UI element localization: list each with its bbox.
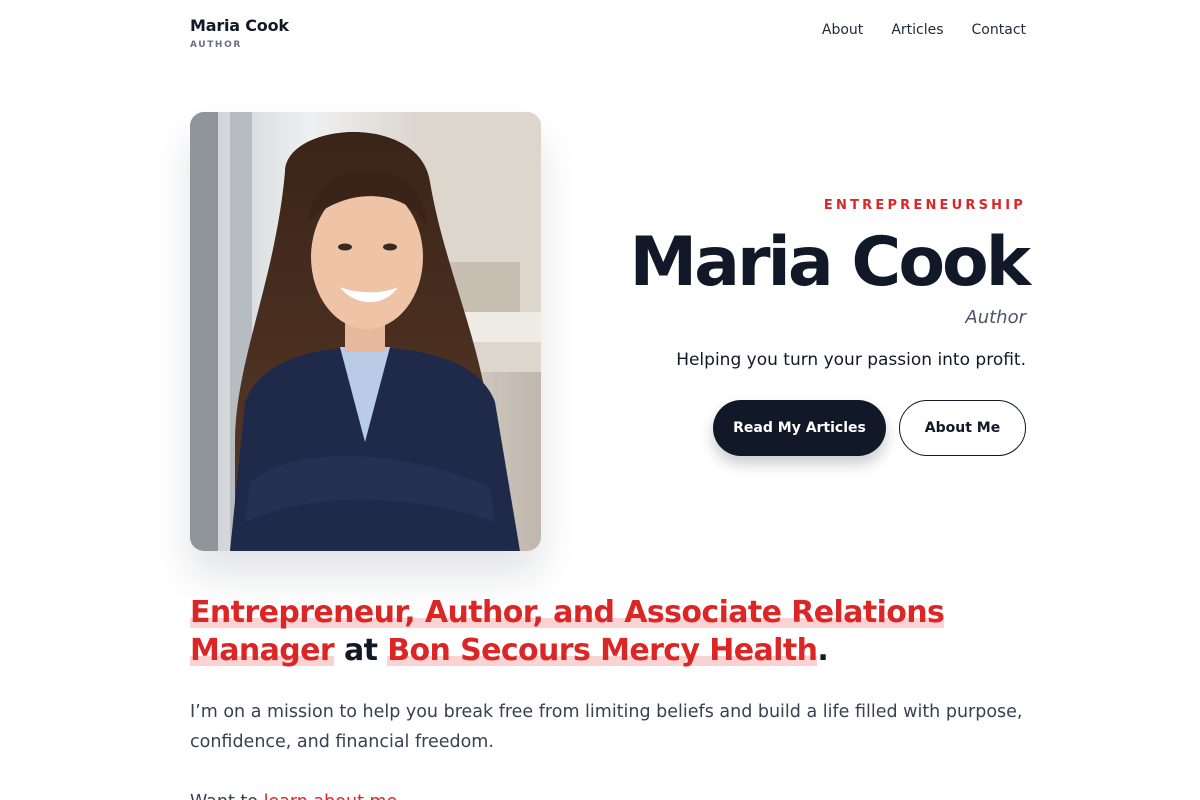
headline: Entrepreneur, Author, and Associate Rela… xyxy=(190,594,1020,670)
learn-more-line: Want to learn about me xyxy=(190,787,397,800)
hero-buttons: Read My Articles About Me xyxy=(629,400,1026,456)
category-kicker: ENTREPRENEURSHIP xyxy=(823,198,1026,213)
brand-role: AUTHOR xyxy=(190,40,242,50)
intro-paragraph: I’m on a mission to help you break free … xyxy=(190,702,1023,752)
brand-name[interactable]: Maria Cook xyxy=(190,16,289,35)
page: Maria Cook AUTHOR About Articles Contact xyxy=(0,0,1200,800)
nav-contact[interactable]: Contact xyxy=(972,22,1026,38)
nav-about[interactable]: About xyxy=(822,22,863,38)
learn-more-link[interactable]: learn about me xyxy=(264,792,398,800)
site-brand[interactable]: Maria Cook AUTHOR xyxy=(190,16,289,50)
hero: ENTREPRENEURSHIP Maria Cook Author Helpi… xyxy=(629,198,1031,456)
hero-tagline: Helping you turn your passion into profi… xyxy=(676,350,1026,370)
headline-employer: Bon Secours Mercy Health xyxy=(387,633,818,669)
main-nav: About Articles Contact xyxy=(822,22,1026,38)
nav-articles[interactable]: Articles xyxy=(891,22,943,38)
learn-more-prefix: Want to xyxy=(190,792,264,800)
hero-role: Author xyxy=(965,307,1026,328)
headline-period: . xyxy=(817,633,829,669)
headline-connector: at xyxy=(334,633,388,669)
hero-name: Maria Cook xyxy=(629,223,1031,302)
profile-photo-image xyxy=(190,112,541,551)
about-me-button[interactable]: About Me xyxy=(899,400,1026,456)
read-articles-button[interactable]: Read My Articles xyxy=(713,400,886,456)
profile-photo xyxy=(190,112,541,551)
